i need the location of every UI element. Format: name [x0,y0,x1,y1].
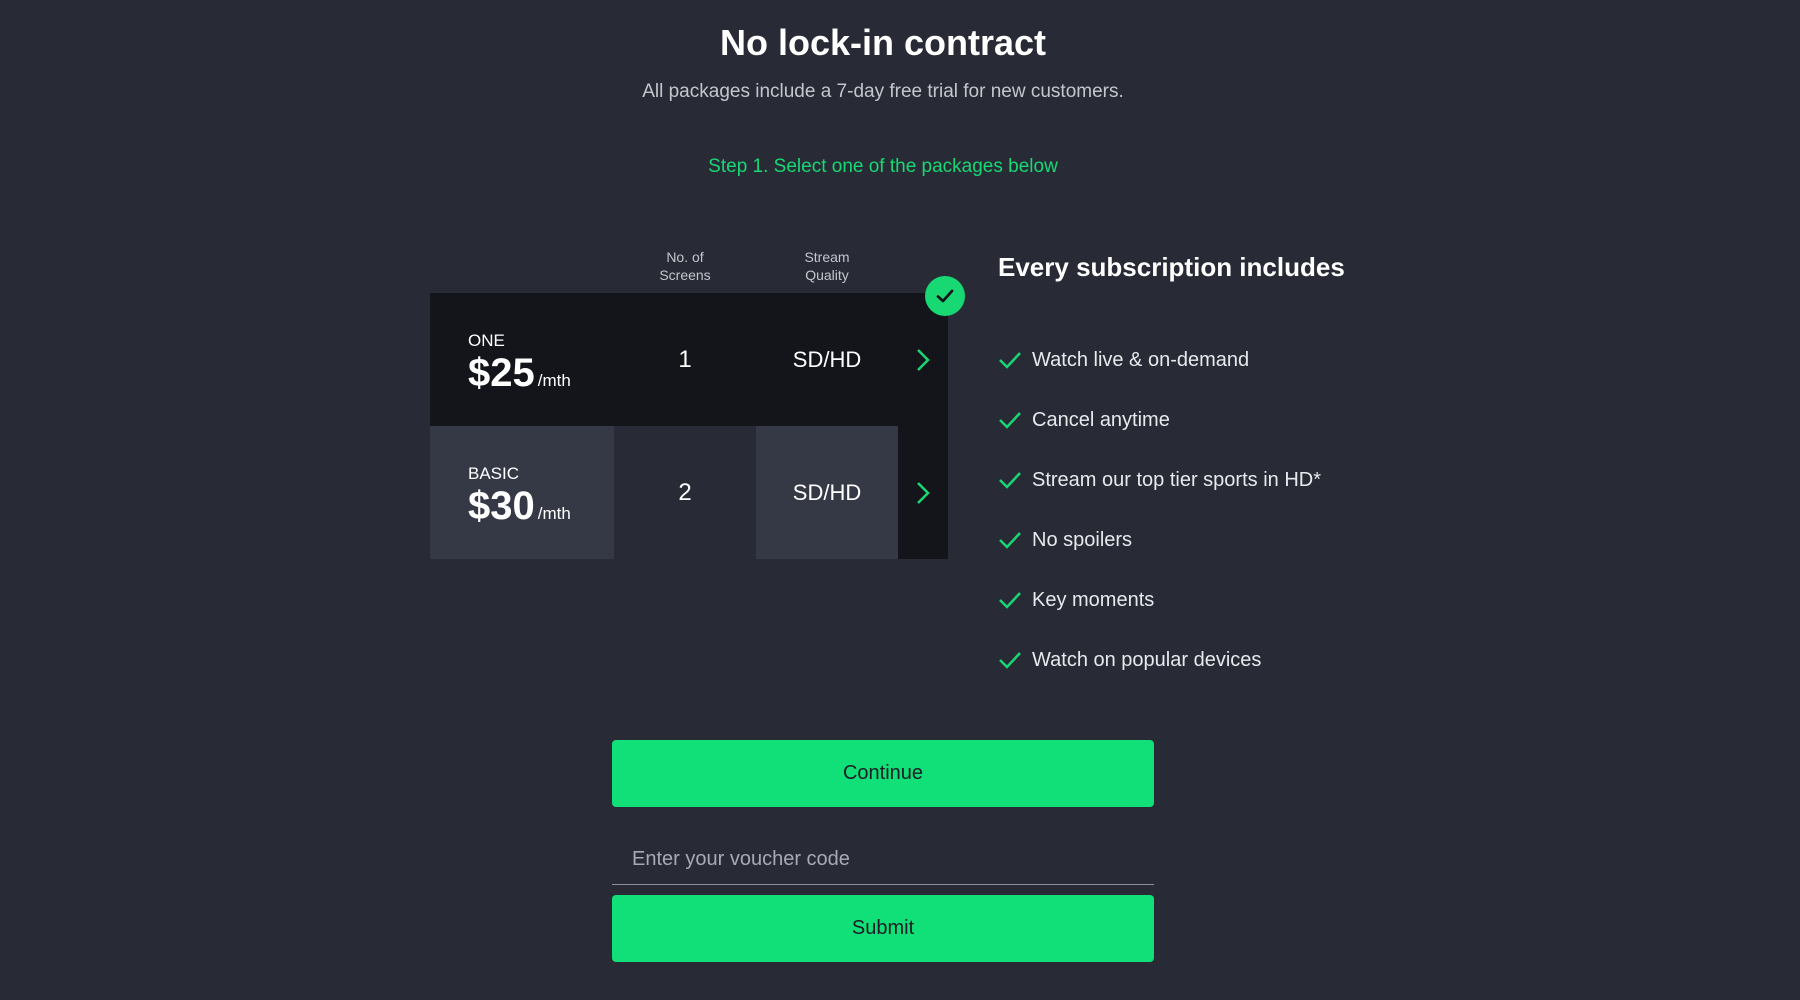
continue-button[interactable]: Continue [612,740,1154,807]
step-instruction: Step 1. Select one of the packages below [708,156,1058,177]
includes-title: Every subscription includes [998,252,1345,282]
page-title: No lock-in contract [719,22,1047,63]
check-icon [999,532,1021,549]
plan-price: $30/mth [468,484,571,529]
feature-label: Stream our top tier sports in HD* [1032,468,1321,491]
feature-label: Cancel anytime [1032,408,1170,431]
plan-name: BASIC [468,464,520,483]
plan-cell: ONE $25/mth [430,293,614,426]
screens-cell: 2 [614,426,756,559]
package-row-basic[interactable]: BASIC $30/mth 2 SD/HD [430,426,948,559]
feature-label: No spoilers [1032,528,1133,551]
feature-label: Watch live & on-demand [1032,348,1250,371]
feature-item: Cancel anytime [998,390,1321,450]
check-icon [999,352,1021,369]
feature-label: Watch on popular devices [1032,648,1262,671]
feature-label: Key moments [1032,588,1155,611]
feature-list: Watch live & on-demand Cancel anytime St… [998,330,1321,690]
price-period: /mth [537,371,571,390]
feature-item: Watch live & on-demand [998,330,1321,390]
plan-cell: BASIC $30/mth [430,426,614,559]
plan-price: $25/mth [468,351,571,396]
page-subtitle: All packages include a 7-day free trial … [642,81,1124,102]
price-amount: $30 [468,484,535,528]
quality-cell: SD/HD [756,426,898,559]
chevron-right-icon[interactable] [898,426,948,559]
check-icon [999,592,1021,609]
check-circle-icon [925,276,965,316]
price-period: /mth [537,504,571,523]
feature-item: Watch on popular devices [998,630,1321,690]
feature-item: Key moments [998,570,1321,630]
column-header-screens: No. of Screens [659,249,711,283]
submit-button[interactable]: Submit [612,895,1154,962]
feature-item: Stream our top tier sports in HD* [998,450,1321,510]
check-icon [999,472,1021,489]
package-row-one[interactable]: ONE $25/mth 1 SD/HD [430,293,948,426]
feature-item: No spoilers [998,510,1321,570]
price-amount: $25 [468,351,535,395]
plan-name: ONE [468,331,505,350]
voucher-code-input[interactable] [612,835,1154,885]
screens-cell: 1 [678,345,692,373]
column-header-quality: Stream Quality [804,249,850,283]
check-icon [999,412,1021,429]
check-icon [999,652,1021,669]
quality-cell: SD/HD [792,346,862,372]
